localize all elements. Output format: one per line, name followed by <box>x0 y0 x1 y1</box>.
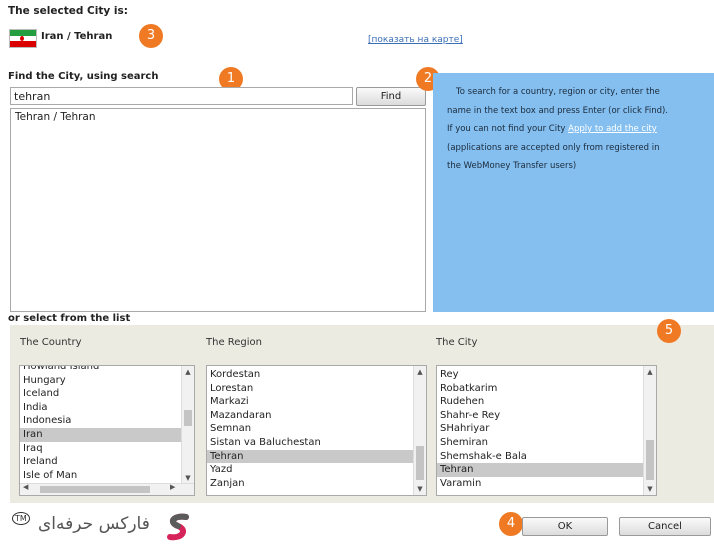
step-badge-4: 4 <box>499 512 523 536</box>
scroll-up-arrow-icon[interactable]: ▲ <box>182 368 194 376</box>
region-select[interactable]: Kordestan Lorestan Markazi Mazandaran Se… <box>206 365 427 496</box>
country-option[interactable]: Iceland <box>20 387 182 401</box>
country-option[interactable]: Iraq <box>20 442 182 456</box>
region-option[interactable]: Markazi <box>207 395 414 409</box>
country-option[interactable]: Indonesia <box>20 414 182 428</box>
horizontal-scroll-thumb[interactable] <box>40 486 150 493</box>
city-option[interactable]: Rudehen <box>437 395 644 409</box>
country-select[interactable]: Howland Island Hungary Iceland India Ind… <box>19 365 195 496</box>
scroll-thumb[interactable] <box>646 440 654 480</box>
city-option[interactable]: Shahr-e Rey <box>437 409 644 423</box>
selected-city-value: Iran / Tehran <box>41 31 113 42</box>
region-option[interactable]: Sistan va Baluchestan <box>207 436 414 450</box>
help-line-4: (applications are accepted only from reg… <box>447 142 660 153</box>
country-vertical-scrollbar[interactable]: ▲ ▼ <box>181 366 194 484</box>
country-option[interactable]: Isle of Man <box>20 469 182 483</box>
cancel-button[interactable]: Cancel <box>619 517 711 536</box>
search-help-panel: To search for a country, region or city,… <box>433 73 714 312</box>
region-option[interactable]: Semnan <box>207 422 414 436</box>
city-column-label: The City <box>436 337 478 348</box>
iran-flag-icon <box>9 29 37 48</box>
find-button[interactable]: Find <box>356 87 426 106</box>
search-results-list[interactable]: Tehran / Tehran <box>10 108 426 312</box>
trademark-icon: TM <box>12 512 30 525</box>
help-line-3-text: If you can not find your City <box>447 124 569 134</box>
logo-text: فارکس حرفه‌ای <box>38 514 150 534</box>
region-vertical-scrollbar[interactable]: ▲ ▼ <box>413 366 426 495</box>
scroll-right-arrow-icon[interactable]: ▶ <box>170 483 175 491</box>
help-line-2: name in the text box and press Enter (or… <box>447 105 668 116</box>
scroll-down-arrow-icon[interactable]: ▼ <box>414 485 426 493</box>
scroll-down-arrow-icon[interactable]: ▼ <box>644 485 656 493</box>
search-result-item[interactable]: Tehran / Tehran <box>11 109 425 125</box>
city-option[interactable]: Shemshak-e Bala <box>437 450 644 464</box>
scroll-up-arrow-icon[interactable]: ▲ <box>644 368 656 376</box>
farsi-logo: TM فارکس حرفه‌ای <box>12 512 212 542</box>
help-line-3: If you can not find your City Apply to a… <box>447 120 708 139</box>
region-option[interactable]: Mazandaran <box>207 409 414 423</box>
search-heading: Find the City, using search <box>8 71 159 82</box>
scroll-thumb[interactable] <box>184 410 192 426</box>
country-option[interactable]: Hungary <box>20 374 182 388</box>
region-column-label: The Region <box>206 337 263 348</box>
step-badge-3: 3 <box>139 24 163 48</box>
country-option[interactable]: Howland Island <box>20 366 182 374</box>
country-horizontal-scrollbar[interactable]: ◀ ▶ <box>20 483 194 495</box>
city-option-selected[interactable]: Tehran <box>437 463 644 477</box>
city-option[interactable]: SHahriyar <box>437 422 644 436</box>
city-vertical-scrollbar[interactable]: ▲ ▼ <box>643 366 656 495</box>
scroll-up-arrow-icon[interactable]: ▲ <box>414 368 426 376</box>
region-option-selected[interactable]: Tehran <box>207 449 414 464</box>
help-line-5: the WebMoney Transfer users) <box>447 161 577 171</box>
step-badge-5: 5 <box>657 319 681 343</box>
help-line-1: To search for a country, region or city,… <box>456 87 660 97</box>
region-option[interactable]: Lorestan <box>207 382 414 396</box>
apply-add-city-link[interactable]: Apply to add the city <box>568 124 657 134</box>
selected-city-heading: The selected City is: <box>8 5 128 17</box>
show-on-map-link[interactable]: [показать на карте] <box>368 35 463 45</box>
scroll-left-arrow-icon[interactable]: ◀ <box>23 483 28 491</box>
scroll-thumb[interactable] <box>416 446 424 480</box>
city-search-input[interactable]: tehran <box>10 87 353 105</box>
region-option[interactable]: Kordestan <box>207 368 414 382</box>
city-option[interactable]: Shemiran <box>437 436 644 450</box>
region-option[interactable]: Yazd <box>207 463 414 477</box>
country-option[interactable]: India <box>20 401 182 415</box>
city-option[interactable]: Varamin <box>437 477 644 491</box>
ok-button[interactable]: OK <box>522 517 608 536</box>
country-option-selected[interactable]: Iran <box>20 427 182 442</box>
list-section-heading: or select from the list <box>8 313 131 324</box>
logo-s-icon <box>167 513 189 541</box>
city-option[interactable]: Robatkarim <box>437 382 644 396</box>
country-column-label: The Country <box>20 337 82 348</box>
city-select[interactable]: Rey Robatkarim Rudehen Shahr-e Rey SHahr… <box>436 365 657 496</box>
scroll-down-arrow-icon[interactable]: ▼ <box>182 474 194 482</box>
country-option[interactable]: Ireland <box>20 455 182 469</box>
city-option[interactable]: Rey <box>437 368 644 382</box>
region-option[interactable]: Zanjan <box>207 477 414 491</box>
